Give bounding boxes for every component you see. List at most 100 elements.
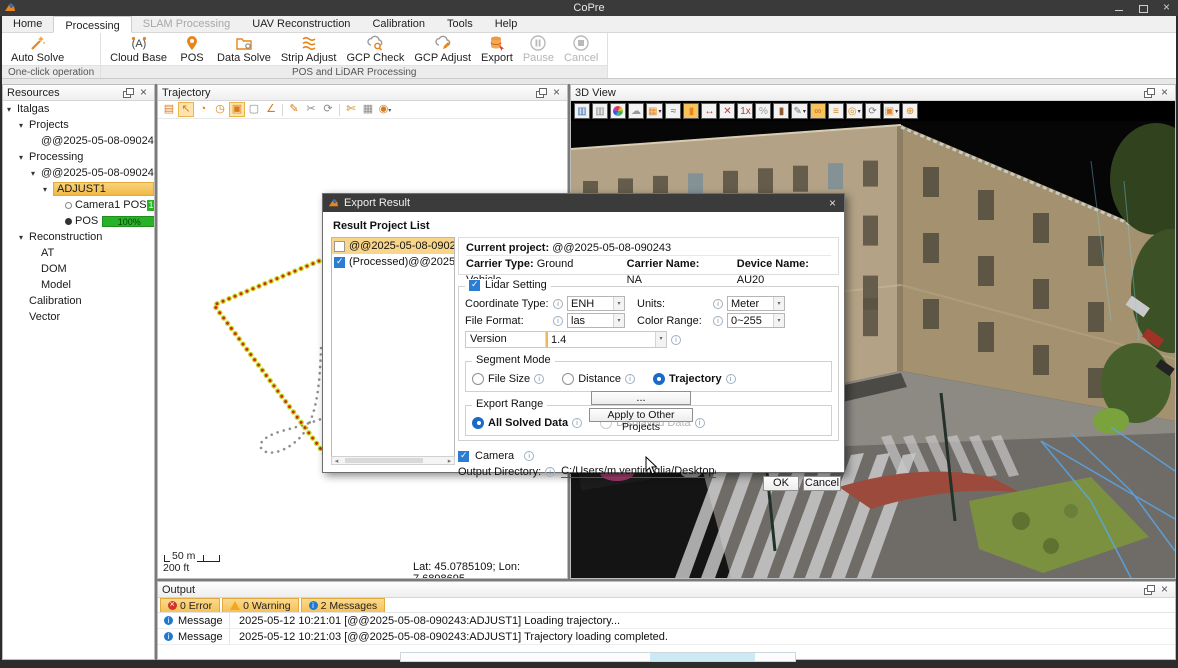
info-icon[interactable] (713, 316, 723, 326)
coordinate-type-select[interactable]: ENH (567, 296, 625, 311)
measure-pen-icon[interactable]: ✎ (791, 103, 807, 119)
fit-width-icon[interactable]: ↔ (701, 103, 717, 119)
file-format-select[interactable]: las (567, 313, 625, 328)
version-select[interactable]: 1.4 (546, 332, 666, 347)
info-icon[interactable] (726, 374, 736, 384)
scissors-icon[interactable]: ✂ (303, 102, 319, 117)
ratio-icon[interactable]: % (755, 103, 771, 119)
cloud-settings-icon[interactable]: ☁ (628, 103, 644, 119)
project-checkbox[interactable] (334, 257, 345, 268)
point-picker-icon[interactable]: ◎ (846, 103, 863, 119)
layer-stack-icon[interactable]: ▤ (161, 102, 177, 117)
tab-home[interactable]: Home (2, 15, 53, 32)
time-range-icon[interactable]: ◷ (212, 102, 228, 117)
filter-0-error[interactable]: 0 Error (160, 598, 220, 612)
tab-calibration[interactable]: Calibration (361, 15, 436, 32)
scale-1x-icon[interactable]: 1x (737, 103, 753, 119)
refresh-icon[interactable]: ⟳ (320, 102, 336, 117)
elevation-histogram-icon[interactable]: ▥ (574, 103, 590, 119)
tab-slam-processing[interactable]: SLAM Processing (132, 15, 241, 32)
info-icon[interactable] (572, 418, 582, 428)
info-icon[interactable] (534, 374, 544, 384)
display-mode-icon[interactable]: ▦ (646, 103, 663, 119)
color-wheel-icon[interactable] (610, 103, 626, 119)
info-icon[interactable] (695, 418, 705, 428)
tree-item-at[interactable]: AT (3, 245, 154, 261)
cloud-base-button[interactable]: (A)Cloud Base (105, 33, 172, 65)
export-button[interactable]: Export (476, 33, 518, 65)
data-solve-button[interactable]: Data Solve (212, 33, 276, 65)
tree-item-camera1-pos[interactable]: Camera1 POS100% (3, 197, 154, 213)
tree-item-italgas[interactable]: Italgas (3, 101, 154, 117)
tree-item-model[interactable]: Model (3, 277, 154, 293)
tab-uav-reconstruction[interactable]: UAV Reconstruction (241, 15, 361, 32)
intensity-histogram-icon[interactable]: ▥ (592, 103, 608, 119)
expander-icon[interactable] (19, 233, 29, 242)
output-directory-path[interactable]: C:/Users/m.ventimiglia/Desktop/ItalGas/I… (561, 465, 716, 478)
distance-radio[interactable]: Distance (562, 373, 639, 385)
gcp-adjust-button[interactable]: GCP Adjust (409, 33, 476, 65)
orbit-icon[interactable]: ◔ (195, 102, 211, 117)
horizontal-splitter[interactable] (157, 579, 1176, 581)
tree-item-pos[interactable]: POS100% (3, 213, 154, 229)
tree-item-adjust1[interactable]: ADJUST1 (3, 181, 154, 197)
auto-solve-button[interactable]: Auto Solve (6, 33, 69, 65)
color-range-select[interactable]: 0~255 (727, 313, 785, 328)
select-arrow-icon[interactable]: ↖ (178, 102, 194, 117)
rect-select-icon[interactable]: ▣ (229, 102, 245, 117)
expander-icon[interactable] (7, 105, 17, 114)
brush-edit-icon[interactable]: ✎ (286, 102, 302, 117)
filter-2-messages[interactable]: 2 Messages (301, 598, 386, 612)
pos-button[interactable]: POS (172, 33, 212, 65)
info-icon[interactable] (625, 374, 635, 384)
log-row[interactable]: Message2025-05-12 10:21:01 [@@2025-05-08… (158, 613, 1175, 629)
lidar-setting-checkbox[interactable] (469, 280, 480, 291)
float-panel-icon[interactable] (536, 88, 547, 98)
all-solved-data-radio[interactable]: All Solved Data (472, 417, 586, 429)
tree-item-dom[interactable]: DOM (3, 261, 154, 277)
visibility-icon[interactable]: ◉ (377, 102, 393, 117)
dialog-close-icon[interactable] (827, 196, 839, 210)
cancel-button[interactable]: Cancel (803, 476, 841, 491)
chevron-down-icon[interactable] (613, 297, 624, 310)
tab-tools[interactable]: Tools (436, 15, 484, 32)
chevron-down-icon[interactable] (655, 332, 666, 347)
angle-measure-icon[interactable]: ∠ (263, 102, 279, 117)
project-item[interactable]: (Processed)@@2025-05-0 (332, 254, 454, 270)
horizontal-scrollbar[interactable] (331, 456, 455, 465)
chevron-down-icon[interactable] (773, 297, 784, 310)
snapshot-icon[interactable]: ▦ (360, 102, 376, 117)
project-item[interactable]: @@2025-05-08-090243 (332, 238, 454, 254)
scroll-right-icon[interactable] (445, 457, 454, 465)
vertical-splitter[interactable] (155, 84, 157, 660)
tree-item-2025-05-08-090243[interactable]: @@2025-05-08-090243 (3, 133, 154, 149)
float-panel-icon[interactable] (1144, 88, 1155, 98)
rotate-view-icon[interactable]: ⟳ (865, 103, 881, 119)
tree-item-2025-05-08-090243[interactable]: @@2025-05-08-090243 (3, 165, 154, 181)
clip-box-icon[interactable]: ▣ (883, 103, 900, 119)
scrollbar-thumb[interactable] (345, 458, 423, 463)
expander-icon[interactable] (19, 153, 29, 162)
tree-item-vector[interactable]: Vector (3, 309, 154, 325)
tree-item-projects[interactable]: Projects (3, 117, 154, 133)
info-icon[interactable] (545, 467, 555, 477)
strip-adjust-button[interactable]: Strip Adjust (276, 33, 342, 65)
locate-icon[interactable]: ⊕ (902, 103, 918, 119)
minimize-button[interactable] (1114, 3, 1124, 13)
scroll-left-icon[interactable] (332, 457, 341, 465)
camera-checkbox[interactable] (458, 451, 469, 462)
rect-clear-icon[interactable]: ▢ (246, 102, 262, 117)
gcp-check-button[interactable]: GCP Check (341, 33, 409, 65)
browse-button[interactable]: ... (591, 391, 691, 405)
info-icon[interactable] (713, 299, 723, 309)
info-icon[interactable] (553, 316, 563, 326)
tree-item-reconstruction[interactable]: Reconstruction (3, 229, 154, 245)
tab-help[interactable]: Help (484, 15, 529, 32)
trajectory-radio[interactable]: Trajectory (653, 373, 740, 385)
float-panel-icon[interactable] (1144, 585, 1155, 595)
float-panel-icon[interactable] (123, 88, 134, 98)
measure-cross-icon[interactable]: ✕ (719, 103, 735, 119)
restore-button[interactable] (1138, 3, 1148, 13)
tree-item-calibration[interactable]: Calibration (3, 293, 154, 309)
project-checkbox[interactable] (334, 241, 345, 252)
